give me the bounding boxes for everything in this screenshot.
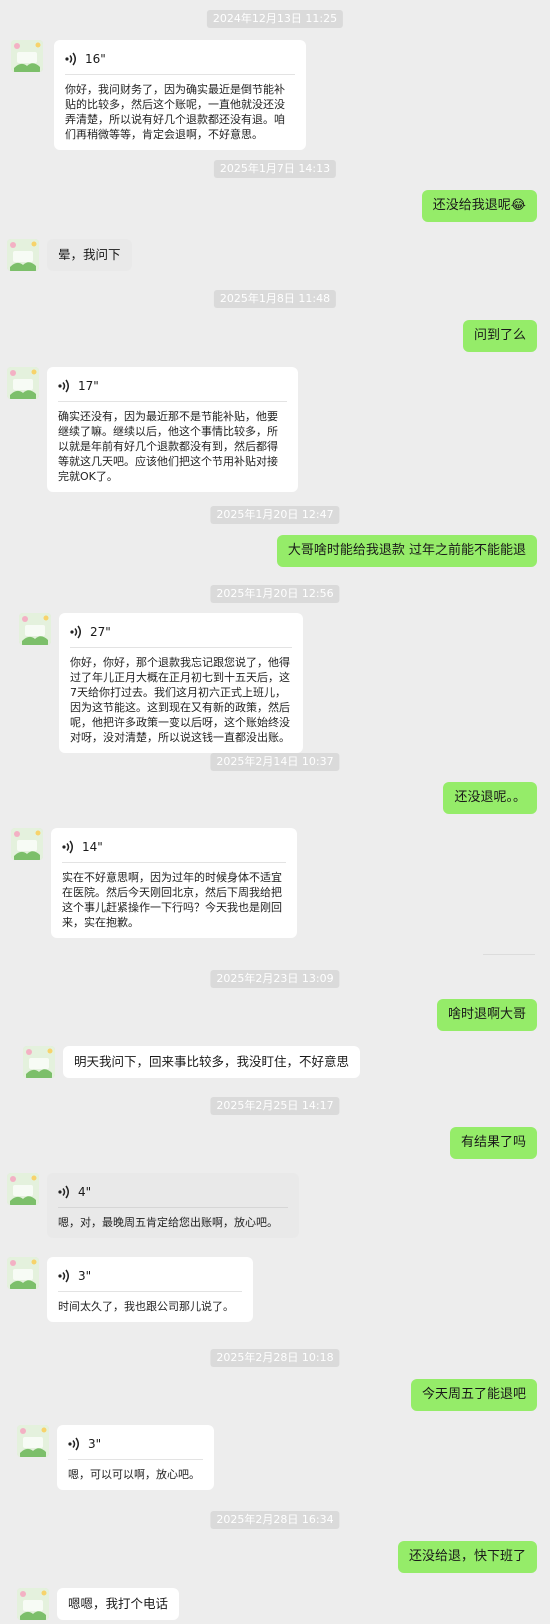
voice-message[interactable]: 3" 嗯，可以可以啊，放心吧。 <box>57 1425 214 1490</box>
avatar-logo-icon <box>17 1425 49 1457</box>
sent-message[interactable]: 有结果了吗 <box>449 1127 537 1159</box>
divider <box>68 1459 203 1460</box>
voice-wave-icon <box>62 840 73 854</box>
voice-message[interactable]: 3" 时间太久了，我也跟公司那儿说了。 <box>47 1257 253 1322</box>
avatar-logo-icon <box>17 1588 49 1620</box>
voice-duration: 16" <box>85 52 106 66</box>
received-message[interactable]: 明天我问下，回来事比较多，我没盯住，不好意思 <box>63 1046 361 1078</box>
sent-message[interactable]: 大哥啥时能给我退款 过年之前能不能能退 <box>276 535 537 567</box>
received-message[interactable]: 晕，我问下 <box>47 239 132 271</box>
divider <box>58 401 287 402</box>
voice-message[interactable]: 16" 你好，我问财务了，因为确实最近是倒节能补贴的比较多，然后这个账呢，一直他… <box>54 40 306 150</box>
voice-transcript: 嗯，对，最晚周五肯定给您出账啊，放心吧。 <box>58 1216 278 1229</box>
voice-transcript: 嗯，可以可以啊，放心吧。 <box>68 1468 200 1481</box>
divider <box>70 647 292 648</box>
voice-message[interactable]: 14" 实在不好意思啊，因为过年的时候身体不适宜在医院。然后今天刚回北京，然后下… <box>51 828 297 938</box>
voice-wave-icon <box>70 625 81 639</box>
timestamp: 2025年2月28日 16:34 <box>210 1511 340 1529</box>
avatar[interactable] <box>7 1173 39 1205</box>
voice-transcript: 实在不好意思啊，因为过年的时候身体不适宜在医院。然后今天刚回北京，然后下周我给把… <box>62 871 282 929</box>
voice-duration: 4" <box>78 1185 92 1199</box>
divider <box>62 862 286 863</box>
voice-wave-icon <box>68 1437 79 1451</box>
avatar-logo-icon <box>11 828 43 860</box>
avatar[interactable] <box>17 1425 49 1457</box>
avatar[interactable] <box>23 1046 55 1078</box>
voice-wave-icon <box>58 1185 69 1199</box>
avatar[interactable] <box>7 1257 39 1289</box>
timestamp: 2025年2月28日 10:18 <box>210 1349 340 1367</box>
voice-transcript: 确实还没有，因为最近那不是节能补贴，他要继续了嘛。继续以后，他这个事情比较多，所… <box>58 410 278 483</box>
divider <box>65 74 295 75</box>
divider <box>58 1207 288 1208</box>
timestamp: 2025年1月8日 11:48 <box>213 290 337 308</box>
timestamp: 2025年2月14日 10:37 <box>210 753 340 771</box>
avatar[interactable] <box>7 367 39 399</box>
sent-message[interactable]: 还没给退，快下班了 <box>397 1541 537 1573</box>
voice-duration: 3" <box>88 1437 102 1451</box>
avatar[interactable] <box>11 828 43 860</box>
avatar-logo-icon <box>7 367 39 399</box>
avatar[interactable] <box>17 1588 49 1620</box>
timestamp: 2025年1月7日 14:13 <box>213 160 337 178</box>
voice-duration: 27" <box>90 625 111 639</box>
avatar[interactable] <box>7 239 39 271</box>
sent-message[interactable]: 今天周五了能退吧 <box>410 1379 537 1411</box>
avatar-logo-icon <box>7 1173 39 1205</box>
received-message[interactable]: 嗯嗯，我打个电话 <box>57 1588 180 1620</box>
voice-transcript: 时间太久了，我也跟公司那儿说了。 <box>58 1300 234 1313</box>
timestamp: 2024年12月13日 11:25 <box>206 10 344 28</box>
voice-duration: 17" <box>78 379 99 393</box>
voice-wave-icon <box>58 379 69 393</box>
divider <box>58 1291 242 1292</box>
avatar-logo-icon <box>23 1046 55 1078</box>
voice-transcript: 你好，我问财务了，因为确实最近是倒节能补贴的比较多，然后这个账呢，一直他就没还没… <box>65 83 285 141</box>
avatar[interactable] <box>19 613 51 645</box>
avatar-logo-icon <box>7 239 39 271</box>
voice-transcript: 你好，你好，那个退款我忘记跟您说了，他得过了年儿正月大概在正月初七到十五天后，这… <box>70 656 290 744</box>
voice-wave-icon <box>65 52 76 66</box>
voice-duration: 3" <box>78 1269 92 1283</box>
voice-message[interactable]: 17" 确实还没有，因为最近那不是节能补贴，他要继续了嘛。继续以后，他这个事情比… <box>47 367 298 492</box>
voice-message[interactable]: 4" 嗯，对，最晚周五肯定给您出账啊，放心吧。 <box>47 1173 299 1238</box>
sent-message[interactable]: 还没退呢。。 <box>443 782 537 814</box>
timestamp: 2025年1月20日 12:47 <box>210 506 340 524</box>
avatar-logo-icon <box>11 40 43 72</box>
avatar-logo-icon <box>7 1257 39 1289</box>
timestamp: 2025年2月23日 13:09 <box>210 970 340 988</box>
divider <box>483 954 535 955</box>
sent-message[interactable]: 问到了么 <box>462 320 537 352</box>
avatar-logo-icon <box>19 613 51 645</box>
voice-duration: 14" <box>82 840 103 854</box>
sent-message[interactable]: 还没给我退呢😂 <box>421 190 537 222</box>
voice-message[interactable]: 27" 你好，你好，那个退款我忘记跟您说了，他得过了年儿正月大概在正月初七到十五… <box>59 613 303 753</box>
sent-message[interactable]: 啥时退啊大哥 <box>436 999 537 1031</box>
voice-wave-icon <box>58 1269 69 1283</box>
avatar[interactable] <box>11 40 43 72</box>
timestamp: 2025年2月25日 14:17 <box>210 1097 340 1115</box>
timestamp: 2025年1月20日 12:56 <box>210 585 340 603</box>
